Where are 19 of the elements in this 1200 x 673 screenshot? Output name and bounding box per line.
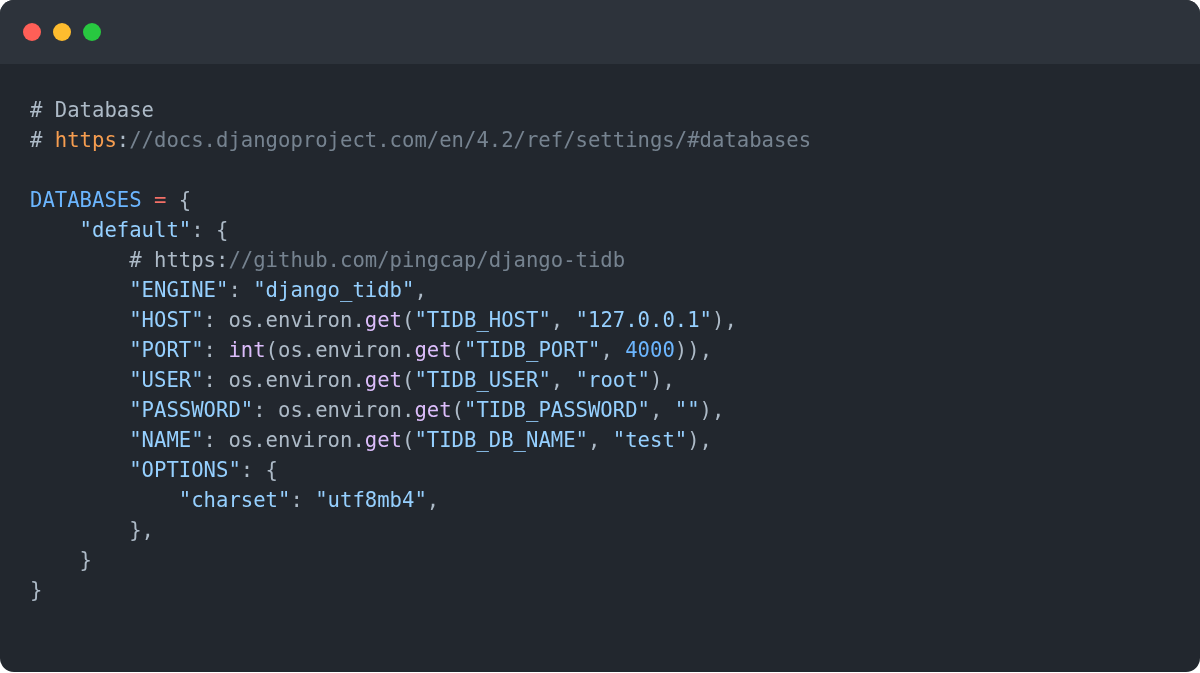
zoom-button[interactable] xyxy=(83,23,101,41)
code-line: "HOST": os.environ.get("TIDB_HOST", "127.0.0.1"), xyxy=(128,307,738,334)
code-line: "default": { xyxy=(78,217,230,244)
minimize-button[interactable] xyxy=(53,23,71,41)
code-line: } xyxy=(30,577,44,604)
code-line: "USER": os.environ.get("TIDB_USER", "root"), xyxy=(128,367,676,394)
code-line: DATABASES = { xyxy=(30,187,193,214)
code-line: "OPTIONS": { xyxy=(128,457,279,484)
code-line: "ENGINE": "django_tidb", xyxy=(128,277,428,304)
close-button[interactable] xyxy=(23,23,41,41)
code-line: "NAME": os.environ.get("TIDB_DB_NAME", "test"), xyxy=(128,427,713,454)
code-line: } xyxy=(78,547,93,574)
code-line: # Database xyxy=(30,97,155,124)
code-line: "PASSWORD": os.environ.get("TIDB_PASSWORD", ""), xyxy=(128,397,726,424)
code-line: }, xyxy=(128,517,155,544)
code-line: # https://github.com/pingcap/django-tidb xyxy=(128,247,627,274)
code-line: "charset": "utf8mb4", xyxy=(177,487,441,514)
code-line: # https://docs.djangoproject.com/en/4.2/ref/settings/#databases xyxy=(30,127,813,154)
code-line: "PORT": int(os.environ.get("TIDB_PORT", 4000)), xyxy=(128,337,714,364)
